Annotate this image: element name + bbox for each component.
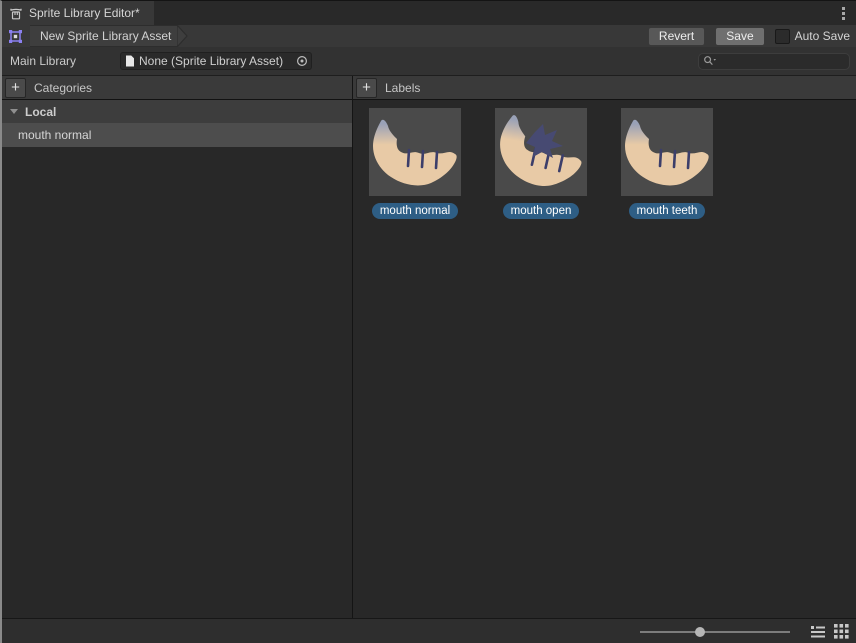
tab-sprite-library-editor[interactable]: Sprite Library Editor*	[2, 1, 154, 25]
object-field-value: None (Sprite Library Asset)	[139, 54, 292, 68]
sprite-library-window-icon	[9, 6, 23, 20]
tab-bar: Sprite Library Editor*	[2, 1, 856, 25]
add-category-button[interactable]: +	[5, 78, 26, 98]
thumbnail-zoom-slider[interactable]	[640, 626, 790, 638]
categories-header-label: Categories	[34, 81, 92, 95]
categories-panel: + Categories Local mouth normal	[2, 76, 353, 618]
local-foldout-label: Local	[25, 105, 56, 119]
breadcrumb-chevron-icon	[177, 25, 189, 47]
add-label-button[interactable]: +	[356, 78, 377, 98]
tab-title: Sprite Library Editor*	[29, 6, 140, 20]
main-library-label: Main Library	[10, 54, 120, 68]
grid-view-icon[interactable]	[834, 624, 849, 639]
categories-header: + Categories	[2, 76, 352, 100]
main-library-object-field[interactable]: None (Sprite Library Asset)	[120, 52, 312, 70]
foldout-arrow-icon	[10, 109, 18, 114]
category-item-label: mouth normal	[18, 128, 91, 142]
sprite-thumbnail-mouth-normal	[369, 108, 461, 196]
search-input[interactable]	[698, 53, 850, 70]
sprite-library-asset-icon	[7, 28, 24, 45]
label-cell-mouth-teeth[interactable]: mouth teeth	[621, 108, 713, 219]
sprite-thumbnail-mouth-teeth	[621, 108, 713, 196]
zoom-slider-thumb[interactable]	[695, 627, 705, 637]
breadcrumb-toolbar: New Sprite Library Asset Revert Save Aut…	[2, 25, 856, 47]
label-pill: mouth open	[503, 203, 580, 219]
labels-header: + Labels	[353, 76, 856, 100]
breadcrumb-label: New Sprite Library Asset	[30, 25, 177, 47]
sprite-library-editor-window: Sprite Library Editor* New Sprite Librar…	[0, 0, 856, 643]
labels-grid: mouth normal mouth open mouth teeth	[353, 100, 856, 219]
labels-header-label: Labels	[385, 81, 420, 95]
save-button[interactable]: Save	[715, 27, 764, 46]
object-picker-icon[interactable]	[296, 55, 308, 67]
kebab-menu-icon[interactable]	[832, 1, 854, 25]
revert-button[interactable]: Revert	[648, 27, 705, 46]
breadcrumb[interactable]: New Sprite Library Asset	[30, 25, 189, 47]
label-cell-mouth-open[interactable]: mouth open	[495, 108, 587, 219]
label-cell-mouth-normal[interactable]: mouth normal	[369, 108, 461, 219]
label-pill: mouth normal	[372, 203, 458, 219]
labels-panel: + Labels mouth normal mouth open	[353, 76, 856, 618]
local-foldout[interactable]: Local	[2, 100, 352, 123]
auto-save-label: Auto Save	[795, 29, 850, 43]
search-icon	[703, 55, 717, 67]
main-library-row: Main Library None (Sprite Library Asset)	[2, 47, 856, 76]
auto-save-checkbox[interactable]	[775, 29, 790, 44]
slider-track	[640, 631, 790, 633]
label-pill: mouth teeth	[629, 203, 706, 219]
footer-bar	[2, 618, 856, 643]
category-item-mouth-normal[interactable]: mouth normal	[2, 123, 352, 147]
asset-doc-icon	[125, 55, 135, 67]
plus-icon: +	[11, 81, 20, 94]
list-view-icon[interactable]	[810, 625, 826, 639]
sprite-thumbnail-mouth-open	[495, 108, 587, 196]
editor-panels: + Categories Local mouth normal + Labels	[2, 76, 856, 618]
plus-icon: +	[362, 81, 371, 94]
